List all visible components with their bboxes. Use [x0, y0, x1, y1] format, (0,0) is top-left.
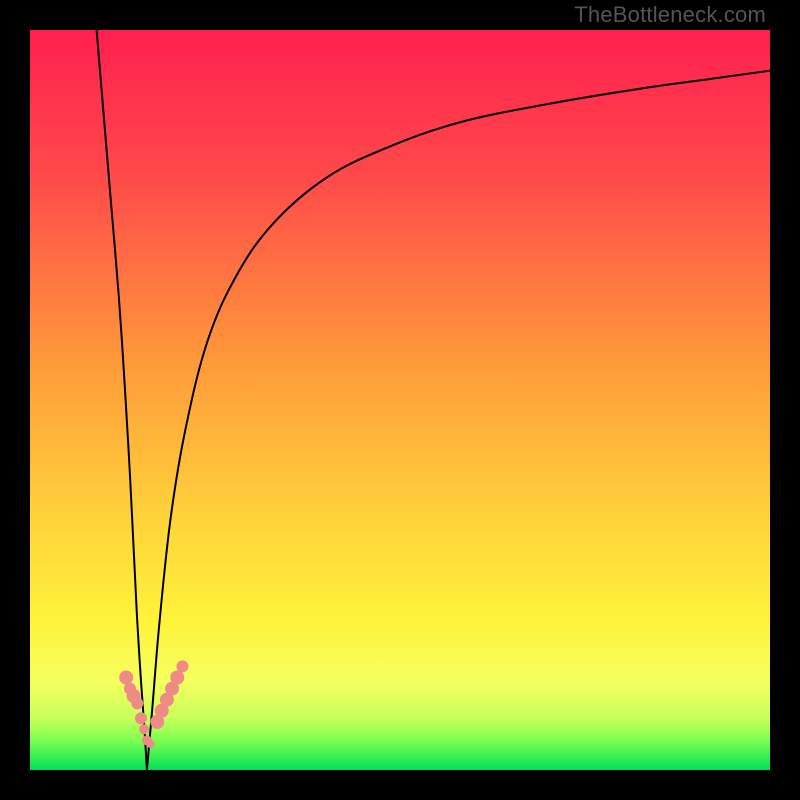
gradient-bg	[30, 30, 770, 770]
plot-frame	[30, 30, 770, 770]
marker-dot	[170, 671, 184, 685]
marker-dot	[119, 671, 133, 685]
bottleneck-chart	[30, 30, 770, 770]
marker-dot	[176, 660, 188, 672]
watermark-text: TheBottleneck.com	[574, 2, 766, 28]
marker-dot	[131, 697, 143, 709]
marker-dot	[147, 740, 155, 748]
marker-dot	[139, 724, 149, 734]
marker-dot	[135, 712, 147, 724]
